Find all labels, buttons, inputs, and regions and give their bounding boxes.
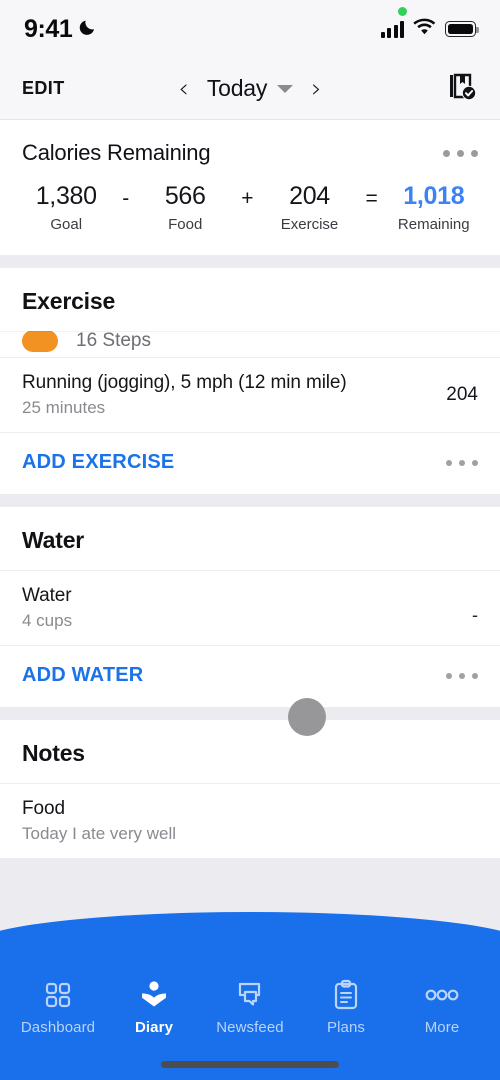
tab-plans[interactable]: Plans — [300, 978, 392, 1036]
notes-entry-title: Food — [22, 798, 65, 819]
home-indicator-bar — [161, 1061, 339, 1068]
tab-newsfeed[interactable]: Newsfeed — [204, 978, 296, 1036]
exercise-entry-calories: 204 — [446, 384, 478, 405]
recording-indicator-dot — [398, 7, 407, 16]
calorie-value: 1,380 — [35, 182, 97, 210]
water-entry-value: - — [472, 605, 478, 625]
more-dots-icon — [425, 978, 459, 1012]
operator-equals: = — [365, 187, 378, 210]
water-section: Water Water 4 cups - ADD WATER — [0, 507, 500, 707]
notes-entry-row[interactable]: Food Today I ate very well — [0, 783, 500, 858]
calories-equation: 1,380 Goal - 566 Food + 204 Exercise = 1… — [22, 182, 478, 233]
operator-minus: - — [122, 187, 130, 210]
chevron-left-icon[interactable]: ‹ — [174, 74, 192, 104]
water-entry-title: Water — [22, 585, 72, 606]
operator-plus: + — [241, 187, 254, 210]
caret-down-icon[interactable] — [277, 84, 294, 93]
water-more-options-icon[interactable] — [446, 672, 478, 679]
calorie-stat-remaining: 1,018 Remaining — [392, 182, 476, 233]
touch-cursor — [288, 698, 326, 736]
bottom-tab-bar: Dashboard Diary Newsfeed Plans More — [0, 912, 500, 1080]
steps-label: 16 Steps — [76, 331, 151, 351]
wifi-icon — [413, 18, 436, 40]
diary-complete-button[interactable] — [446, 70, 478, 107]
calorie-stat-goal: 1,380 Goal — [24, 182, 108, 233]
cellular-signal-icon — [380, 21, 404, 38]
tab-more[interactable]: More — [396, 978, 488, 1036]
water-section-title: Water — [0, 507, 500, 570]
exercise-entry-row[interactable]: Running (jogging), 5 mph (12 min mile) 2… — [0, 357, 500, 432]
chat-bubbles-icon — [234, 978, 266, 1012]
open-book-icon — [138, 978, 170, 1012]
clipboard-icon — [332, 978, 360, 1012]
calorie-label: Goal — [50, 216, 83, 233]
moon-icon — [78, 15, 98, 44]
tab-label: More — [424, 1019, 460, 1036]
calorie-stat-exercise: 204 Exercise — [268, 182, 352, 233]
app-screen: 9:41 EDIT ‹ Today › Calories Remaining 1… — [0, 0, 500, 1080]
edit-button[interactable]: EDIT — [22, 78, 65, 99]
water-entry-amount: 4 cups — [22, 611, 73, 630]
tab-label: Newsfeed — [216, 1019, 284, 1036]
status-time: 9:41 — [24, 14, 73, 43]
exercise-action-row: ADD EXERCISE — [0, 432, 500, 494]
exercise-entry-main: Running (jogging), 5 mph (12 min mile) 2… — [22, 372, 347, 418]
calorie-value: 566 — [164, 182, 206, 210]
section-divider — [0, 494, 500, 507]
chevron-right-icon[interactable]: › — [307, 74, 325, 104]
steps-icon — [22, 331, 58, 352]
exercise-entry-duration: 25 minutes — [22, 398, 106, 417]
exercise-section-title: Exercise — [0, 268, 500, 331]
calorie-label: Remaining — [397, 216, 470, 233]
notes-entry-text: Today I ate very well — [22, 824, 177, 843]
tab-diary[interactable]: Diary — [108, 978, 200, 1036]
battery-icon — [445, 21, 479, 37]
water-entry-main: Water 4 cups — [22, 585, 72, 631]
tab-label: Plans — [326, 1019, 366, 1036]
notes-section: Notes Food Today I ate very well — [0, 720, 500, 858]
date-label[interactable]: Today — [207, 75, 268, 102]
calorie-label: Food — [168, 216, 203, 233]
date-navigator: ‹ Today › — [0, 74, 500, 104]
add-water-button[interactable]: ADD WATER — [22, 664, 143, 687]
navigation-bar: EDIT ‹ Today › — [0, 58, 500, 120]
calorie-label: Exercise — [280, 216, 339, 233]
exercise-more-options-icon[interactable] — [446, 459, 478, 466]
water-action-row: ADD WATER — [0, 645, 500, 707]
calorie-value: 204 — [289, 182, 330, 210]
calorie-stat-food: 566 Food — [143, 182, 227, 233]
grid-icon — [43, 978, 73, 1012]
tab-label: Dashboard — [20, 1019, 96, 1036]
steps-row-clipped[interactable]: 16 Steps — [0, 331, 500, 357]
status-bar: 9:41 — [0, 0, 500, 58]
tab-list: Dashboard Diary Newsfeed Plans More — [0, 978, 500, 1036]
calories-title: Calories Remaining — [22, 140, 211, 165]
notes-section-title: Notes — [0, 720, 500, 783]
calories-more-options-icon[interactable] — [443, 149, 478, 157]
exercise-section: Exercise 16 Steps Running (jogging), 5 m… — [0, 268, 500, 494]
status-bar-right — [380, 18, 479, 40]
book-check-icon — [446, 70, 478, 107]
exercise-entry-title: Running (jogging), 5 mph (12 min mile) — [22, 372, 347, 393]
tab-dashboard[interactable]: Dashboard — [12, 978, 104, 1036]
calories-card-header: Calories Remaining — [22, 140, 478, 166]
water-entry-row[interactable]: Water 4 cups - — [0, 570, 500, 645]
status-bar-left: 9:41 — [24, 15, 98, 44]
tab-label: Diary — [134, 1019, 174, 1036]
section-divider — [0, 255, 500, 268]
calorie-value: 1,018 — [403, 182, 465, 210]
section-divider — [0, 707, 500, 720]
calories-remaining-card: Calories Remaining 1,380 Goal - 566 Food… — [0, 120, 500, 255]
add-exercise-button[interactable]: ADD EXERCISE — [22, 451, 174, 474]
notes-entry-main: Food Today I ate very well — [22, 798, 176, 844]
